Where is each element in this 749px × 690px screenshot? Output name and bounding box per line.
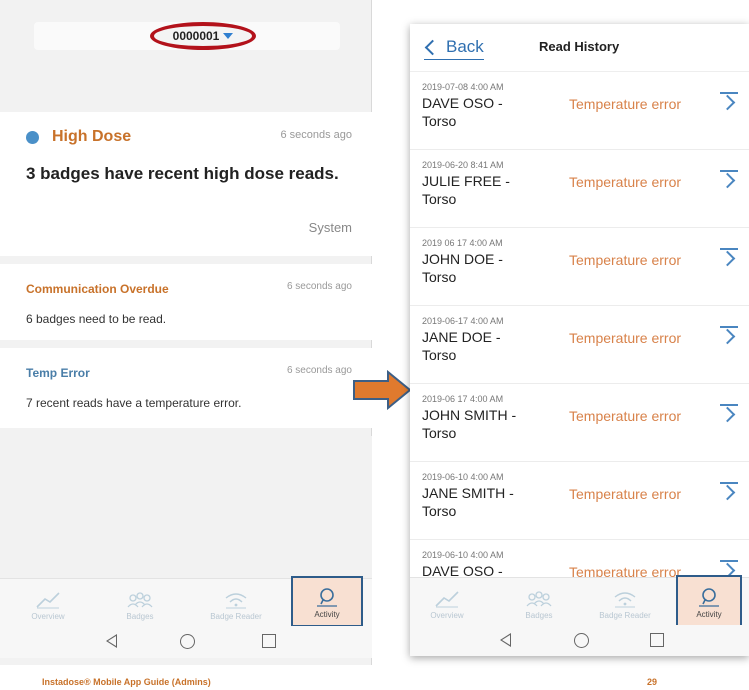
nav-back-icon[interactable]: [500, 633, 511, 647]
tab-badges[interactable]: Badges: [100, 579, 180, 627]
chevron-down-icon: [223, 33, 234, 39]
chat-bubble-icon: [695, 588, 723, 607]
badge-selector-value: 0000001: [172, 29, 220, 43]
alert-message: 6 badges need to be read.: [26, 312, 167, 326]
nav-back-icon[interactable]: [106, 634, 117, 648]
alert-title: Temp Error: [26, 366, 90, 380]
wearer-name: JOHN SMITH - Torso: [422, 407, 517, 441]
wifi-icon: [611, 590, 639, 608]
badge-selector[interactable]: 0000001: [150, 22, 256, 50]
wearer-name: JANE SMITH - Torso: [422, 485, 514, 519]
list-item[interactable]: 2019-06-10 4:00 AM JANE SMITH - Torso Tem…: [410, 462, 749, 540]
nav-recents-icon[interactable]: [262, 634, 276, 648]
wearer-name: DAVE OSO - Torso: [422, 95, 503, 129]
alert-card-high-dose[interactable]: High Dose 6 seconds ago 3 badges have re…: [0, 112, 372, 256]
read-timestamp: 2019-07-08 4:00 AM: [422, 82, 504, 92]
tab-label: Activity: [314, 610, 340, 619]
bottom-tab-bar: Overview Badges Badge Reader Activity: [0, 576, 372, 627]
users-icon: [525, 590, 553, 608]
read-timestamp: 2019 06 17 4:00 AM: [422, 238, 503, 248]
tab-activity[interactable]: Activity: [676, 575, 742, 627]
read-status: Temperature error: [569, 564, 682, 577]
alert-time: 6 seconds ago: [286, 281, 352, 292]
wearer-name: JOHN DOE - Torso: [422, 251, 503, 285]
info-dot-icon: [26, 131, 39, 144]
chevron-left-icon: [424, 39, 441, 55]
list-item[interactable]: 2019-06-20 8:41 AM JULIE FREE - Torso Tem…: [410, 150, 749, 228]
read-history-list: 2019-07-08 4:00 AM DAVE OSO - Torso Tempe…: [410, 72, 749, 577]
alert-source: System: [308, 220, 352, 235]
right-phone-screen: Back Read History 2019-07-08 4:00 AM DAV…: [410, 24, 749, 656]
page-number: 29: [647, 677, 658, 687]
chart-line-icon: [34, 591, 62, 609]
alert-message: 3 badges have recent high dose reads.: [26, 164, 339, 183]
left-phone-screen: 0000001 High Dose 6 seconds ago 3 badges…: [0, 0, 372, 665]
chevron-right-icon[interactable]: [720, 326, 738, 344]
alert-card-communication-overdue[interactable]: Communication Overdue 6 seconds ago 6 ba…: [0, 264, 372, 340]
read-timestamp: 2019-06 17 4:00 AM: [422, 394, 504, 404]
alert-message: 7 recent reads have a temperature error.: [26, 396, 242, 410]
arrow-right-icon: [353, 370, 412, 410]
alert-card-temp-error[interactable]: Temp Error 6 seconds ago 7 recent reads …: [0, 348, 372, 428]
read-status: Temperature error: [569, 408, 682, 424]
read-status: Temperature error: [569, 96, 682, 112]
back-button[interactable]: Back: [424, 37, 484, 60]
chevron-right-icon[interactable]: [720, 248, 738, 266]
list-item[interactable]: 2019 06 17 4:00 AM JOHN DOE - Torso Tempe…: [410, 228, 749, 306]
chart-line-icon: [433, 590, 461, 608]
list-item[interactable]: 2019-06 17 4:00 AM JOHN SMITH - Torso Tem…: [410, 384, 749, 462]
nav-home-icon[interactable]: [180, 634, 195, 649]
wearer-name: JANE DOE - Torso: [422, 329, 501, 363]
bottom-tab-bar: Overview Badges Badge Reader Activity: [410, 575, 749, 627]
alert-time: 6 seconds ago: [280, 129, 352, 141]
back-label: Back: [446, 37, 484, 56]
tab-label: Badges: [126, 612, 154, 621]
read-status: Temperature error: [569, 174, 682, 190]
read-status: Temperature error: [569, 252, 682, 268]
tab-badges[interactable]: Badges: [506, 578, 572, 626]
list-item[interactable]: 2019-07-08 4:00 AM DAVE OSO - Torso Tempe…: [410, 72, 749, 150]
chevron-right-icon[interactable]: [720, 92, 738, 110]
tab-overview[interactable]: Overview: [414, 578, 480, 626]
tab-label: Overview: [31, 612, 65, 621]
tab-label: Badge Reader: [210, 612, 262, 621]
chevron-right-icon[interactable]: [720, 404, 738, 422]
tab-badge-reader[interactable]: Badge Reader: [590, 578, 660, 626]
nav-home-icon[interactable]: [574, 633, 589, 648]
list-item[interactable]: 2019-06-17 4:00 AM JANE DOE - Torso Tempe…: [410, 306, 749, 384]
tab-overview[interactable]: Overview: [8, 579, 88, 627]
read-status: Temperature error: [569, 486, 682, 502]
wifi-icon: [222, 591, 250, 609]
tab-label: Badges: [525, 611, 553, 620]
tab-label: Activity: [696, 610, 722, 619]
chevron-right-icon[interactable]: [720, 170, 738, 188]
read-timestamp: 2019-06-20 8:41 AM: [422, 160, 504, 170]
tab-badge-reader[interactable]: Badge Reader: [196, 579, 276, 627]
empty-area: [0, 436, 372, 578]
wearer-name: DAVE OSO -: [422, 563, 503, 577]
read-timestamp: 2019-06-17 4:00 AM: [422, 316, 504, 326]
users-icon: [126, 591, 154, 609]
page-title: Read History: [539, 39, 620, 54]
wearer-name: JULIE FREE - Torso: [422, 173, 510, 207]
read-status: Temperature error: [569, 330, 682, 346]
list-item[interactable]: 2019-06-10 4:00 AM DAVE OSO - Temperatur…: [410, 540, 749, 577]
tab-label: Badge Reader: [599, 611, 651, 620]
system-nav-bar: [0, 626, 372, 658]
chevron-right-icon[interactable]: [720, 482, 738, 500]
nav-recents-icon[interactable]: [650, 633, 664, 647]
guide-title: Instadose® Mobile App Guide (Admins): [42, 677, 211, 687]
tab-label: Overview: [430, 611, 464, 620]
alert-title: Communication Overdue: [26, 282, 169, 296]
alert-title: High Dose: [52, 128, 132, 145]
system-nav-bar: [410, 625, 749, 656]
alert-time: 6 seconds ago: [286, 365, 352, 376]
tab-activity[interactable]: Activity: [291, 576, 363, 627]
read-history-header: Back Read History: [410, 24, 749, 72]
chat-bubble-icon: [313, 588, 341, 607]
read-timestamp: 2019-06-10 4:00 AM: [422, 550, 504, 560]
read-timestamp: 2019-06-10 4:00 AM: [422, 472, 504, 482]
